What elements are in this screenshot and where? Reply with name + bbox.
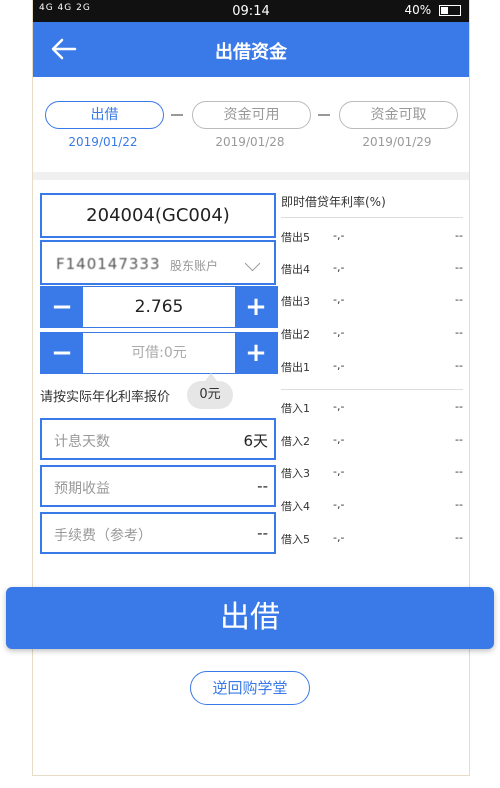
row-rate: -,- bbox=[333, 359, 345, 372]
battery-percent: 40% bbox=[404, 3, 432, 17]
step-lend-date: 2019/01/22 bbox=[68, 135, 138, 149]
amount-plus-button[interactable]: + bbox=[235, 333, 277, 373]
step-funds-withdrawable: 资金可取 bbox=[339, 101, 458, 129]
rate-book-divider bbox=[281, 389, 463, 390]
security-code-field[interactable]: 204004(GC004) bbox=[40, 193, 276, 238]
list-item: 借出2 -,- -- bbox=[281, 326, 463, 346]
row-amount: -- bbox=[455, 465, 463, 478]
row-name: 借入2 bbox=[281, 435, 310, 448]
fee-field: 手续费（参考） -- bbox=[40, 512, 276, 554]
quote-hint: 请按实际年化利率报价 bbox=[40, 390, 171, 405]
row-rate: -,- bbox=[333, 531, 345, 544]
row-rate: -,- bbox=[333, 433, 345, 446]
account-label: 股东账户 bbox=[170, 259, 219, 273]
row-amount: -- bbox=[455, 261, 463, 274]
fee-label: 手续费（参考） bbox=[54, 528, 152, 544]
fee-value: -- bbox=[257, 524, 268, 542]
interest-days-label: 计息天数 bbox=[54, 434, 110, 450]
battery-icon bbox=[439, 5, 461, 16]
account-select[interactable]: F140147333 股东账户 bbox=[40, 240, 276, 285]
step-funds-available-date: 2019/01/28 bbox=[215, 135, 285, 149]
rate-plus-button[interactable]: + bbox=[235, 287, 277, 327]
row-rate: -,- bbox=[333, 400, 345, 413]
row-amount: -- bbox=[455, 531, 463, 544]
row-name: 借入5 bbox=[281, 533, 310, 546]
row-amount: -- bbox=[455, 229, 463, 242]
step-lend: 出借 bbox=[45, 101, 164, 129]
app-header: 出借资金 bbox=[33, 22, 469, 77]
list-item: 借入2 -,- -- bbox=[281, 433, 463, 453]
row-name: 借出4 bbox=[281, 263, 310, 276]
row-amount: -- bbox=[455, 293, 463, 306]
list-item: 借入3 -,- -- bbox=[281, 465, 463, 485]
row-rate: -,- bbox=[333, 498, 345, 511]
row-name: 借入3 bbox=[281, 467, 310, 480]
row-name: 借出1 bbox=[281, 361, 310, 374]
rate-input[interactable]: 2.765 bbox=[83, 287, 235, 327]
battery-status: 40% bbox=[404, 3, 461, 17]
row-rate: -,- bbox=[333, 326, 345, 339]
section-divider bbox=[33, 172, 469, 180]
row-name: 借入4 bbox=[281, 500, 310, 513]
repo-academy-button[interactable]: 逆回购学堂 bbox=[190, 671, 310, 705]
row-amount: -- bbox=[455, 359, 463, 372]
rate-stepper: − 2.765 + bbox=[40, 286, 278, 328]
list-item: 借出4 -,- -- bbox=[281, 261, 463, 281]
step-funds-withdrawable-date: 2019/01/29 bbox=[362, 135, 432, 149]
amount-input[interactable]: 可借:0元 bbox=[83, 333, 235, 373]
row-name: 借出3 bbox=[281, 295, 310, 308]
step-funds-available: 资金可用 bbox=[192, 101, 311, 129]
list-item: 借出1 -,- -- bbox=[281, 359, 463, 379]
amount-minus-button[interactable]: − bbox=[41, 333, 83, 373]
step-separator bbox=[171, 114, 183, 116]
amount-stepper: − 可借:0元 + bbox=[40, 332, 278, 374]
rate-book: 即时借贷年利率(%) 借出5 -,- -- 借出4 -,- -- 借出3 -,-… bbox=[281, 193, 463, 546]
amount-tooltip: 0元 bbox=[187, 373, 233, 409]
list-item: 借入1 -,- -- bbox=[281, 400, 463, 420]
step-separator bbox=[318, 114, 330, 116]
row-name: 借出2 bbox=[281, 328, 310, 341]
row-amount: -- bbox=[455, 433, 463, 446]
rate-book-title: 即时借贷年利率(%) bbox=[281, 193, 463, 218]
phone-screen: 4G 4G 2G 09:14 40% 出借资金 出借 资金可用 资金可取 201… bbox=[32, 0, 470, 776]
row-rate: -,- bbox=[333, 465, 345, 478]
rate-minus-button[interactable]: − bbox=[41, 287, 83, 327]
status-bar: 4G 4G 2G 09:14 40% bbox=[33, 0, 469, 22]
list-item: 借入4 -,- -- bbox=[281, 498, 463, 518]
row-rate: -,- bbox=[333, 293, 345, 306]
chevron-down-icon bbox=[244, 255, 261, 272]
row-amount: -- bbox=[455, 498, 463, 511]
row-amount: -- bbox=[455, 326, 463, 339]
list-item: 借出5 -,- -- bbox=[281, 229, 463, 249]
expected-income-field: 预期收益 -- bbox=[40, 465, 276, 507]
expected-income-label: 预期收益 bbox=[54, 481, 110, 497]
interest-days-value: 6天 bbox=[243, 432, 268, 450]
row-name: 借入1 bbox=[281, 402, 310, 415]
progress-steps: 出借 资金可用 资金可取 2019/01/22 2019/01/28 2019/… bbox=[33, 77, 469, 172]
interest-days-field: 计息天数 6天 bbox=[40, 418, 276, 460]
row-rate: -,- bbox=[333, 229, 345, 242]
list-item: 借入5 -,- -- bbox=[281, 531, 463, 551]
list-item: 借出3 -,- -- bbox=[281, 293, 463, 313]
row-rate: -,- bbox=[333, 261, 345, 274]
page-title: 出借资金 bbox=[215, 42, 287, 63]
expected-income-value: -- bbox=[257, 477, 268, 495]
lend-button[interactable]: 出借 bbox=[6, 587, 494, 649]
account-number: F140147333 bbox=[56, 255, 161, 273]
row-amount: -- bbox=[455, 400, 463, 413]
row-name: 借出5 bbox=[281, 231, 310, 244]
